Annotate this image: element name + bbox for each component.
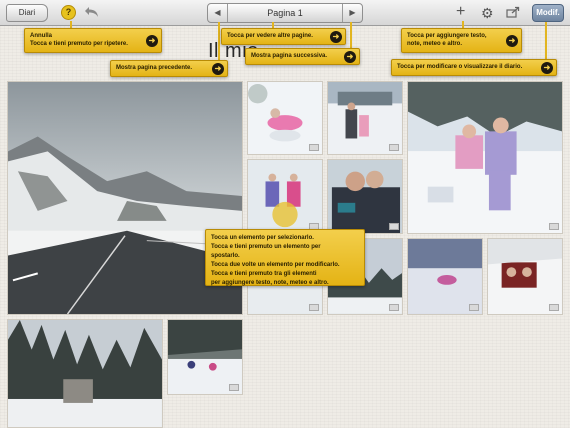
snow-cave-image	[488, 239, 562, 314]
girls-snow-image	[408, 82, 562, 233]
child-snow-image	[408, 239, 482, 314]
arrow-icon[interactable]: ➜	[344, 50, 356, 63]
arrow-icon[interactable]: ➜	[330, 30, 342, 43]
photo-corner-icon	[549, 304, 559, 311]
diaries-back-button[interactable]: Diari	[6, 4, 48, 22]
arrow-icon[interactable]: ➜	[541, 61, 553, 74]
photo-girl-lying-snow[interactable]	[247, 81, 323, 155]
callout-prev-page-text: Mostra pagina precedente.	[116, 65, 193, 71]
callout-leader	[350, 22, 352, 49]
callout-next-page: Mostra pagina successiva. ➜	[245, 48, 360, 65]
photo-kids-posing[interactable]	[247, 159, 323, 234]
photo-corner-icon	[309, 144, 319, 151]
top-toolbar: Diari ? ◀ Pagina 1 ▶ + ⚙ Modif.	[0, 0, 570, 26]
photo-corner-icon	[229, 384, 239, 391]
callout-element-help-text: Tocca un elemento per selezionarlo. Tocc…	[211, 235, 340, 286]
photo-corner-icon	[469, 304, 479, 311]
arrow-icon[interactable]: ➜	[212, 62, 224, 75]
callout-element-help: Tocca un elemento per selezionarlo. Tocc…	[205, 229, 365, 286]
photo-child-in-snow[interactable]	[407, 238, 483, 315]
photo-family-closeup[interactable]	[327, 159, 403, 234]
callout-next-page-text: Mostra pagina successiva.	[251, 53, 328, 59]
photo-two-girls-snow[interactable]	[407, 81, 563, 234]
page-navigator: ◀ Pagina 1 ▶	[207, 3, 363, 23]
edit-button[interactable]: Modif.	[532, 4, 564, 22]
callout-edit-diary-text: Tocca per modificare o visualizzare il d…	[397, 64, 523, 70]
help-button[interactable]: ?	[61, 5, 76, 20]
callout-undo: Annulla Tocca e tieni premuto per ripete…	[24, 28, 162, 53]
callout-add-content: Tocca per aggiungere testo, note, meteo …	[401, 28, 522, 53]
callout-undo-text: Annulla Tocca e tieni premuto per ripete…	[30, 33, 128, 47]
photo-kids-under-trees[interactable]	[167, 319, 243, 395]
gear-icon[interactable]: ⚙	[481, 4, 494, 22]
next-page-button[interactable]: ▶	[342, 4, 362, 22]
photo-corner-icon	[549, 223, 559, 230]
photo-forest-snow[interactable]	[7, 319, 163, 428]
callout-other-pages: Tocca per vedere altre pagine. ➜	[221, 28, 346, 45]
photo-corner-icon	[309, 304, 319, 311]
forest-snow-image	[8, 320, 162, 427]
photo-adult-child-snow[interactable]	[327, 81, 403, 155]
photo-kids-snow-cave[interactable]	[487, 238, 563, 315]
share-icon[interactable]	[506, 6, 520, 18]
callout-leader	[545, 22, 547, 60]
callout-add-content-text: Tocca per aggiungere testo, note, meteo …	[407, 33, 487, 47]
previous-page-button[interactable]: ◀	[208, 4, 228, 22]
callout-other-pages-text: Tocca per vedere altre pagine.	[227, 33, 313, 39]
undo-icon[interactable]	[84, 5, 100, 19]
plus-icon[interactable]: +	[456, 3, 465, 21]
arrow-icon[interactable]: ➜	[146, 34, 158, 47]
callout-edit-diary: Tocca per modificare o visualizzare il d…	[391, 59, 557, 76]
photo-corner-icon	[389, 304, 399, 311]
arrow-icon[interactable]: ➜	[506, 34, 518, 47]
photo-corner-icon	[389, 223, 399, 230]
photo-corner-icon	[389, 144, 399, 151]
kids-trees-image	[168, 320, 242, 394]
page-number-button[interactable]: Pagina 1	[228, 4, 342, 22]
callout-prev-page: Mostra pagina precedente. ➜	[110, 60, 228, 77]
callout-leader	[218, 22, 220, 61]
